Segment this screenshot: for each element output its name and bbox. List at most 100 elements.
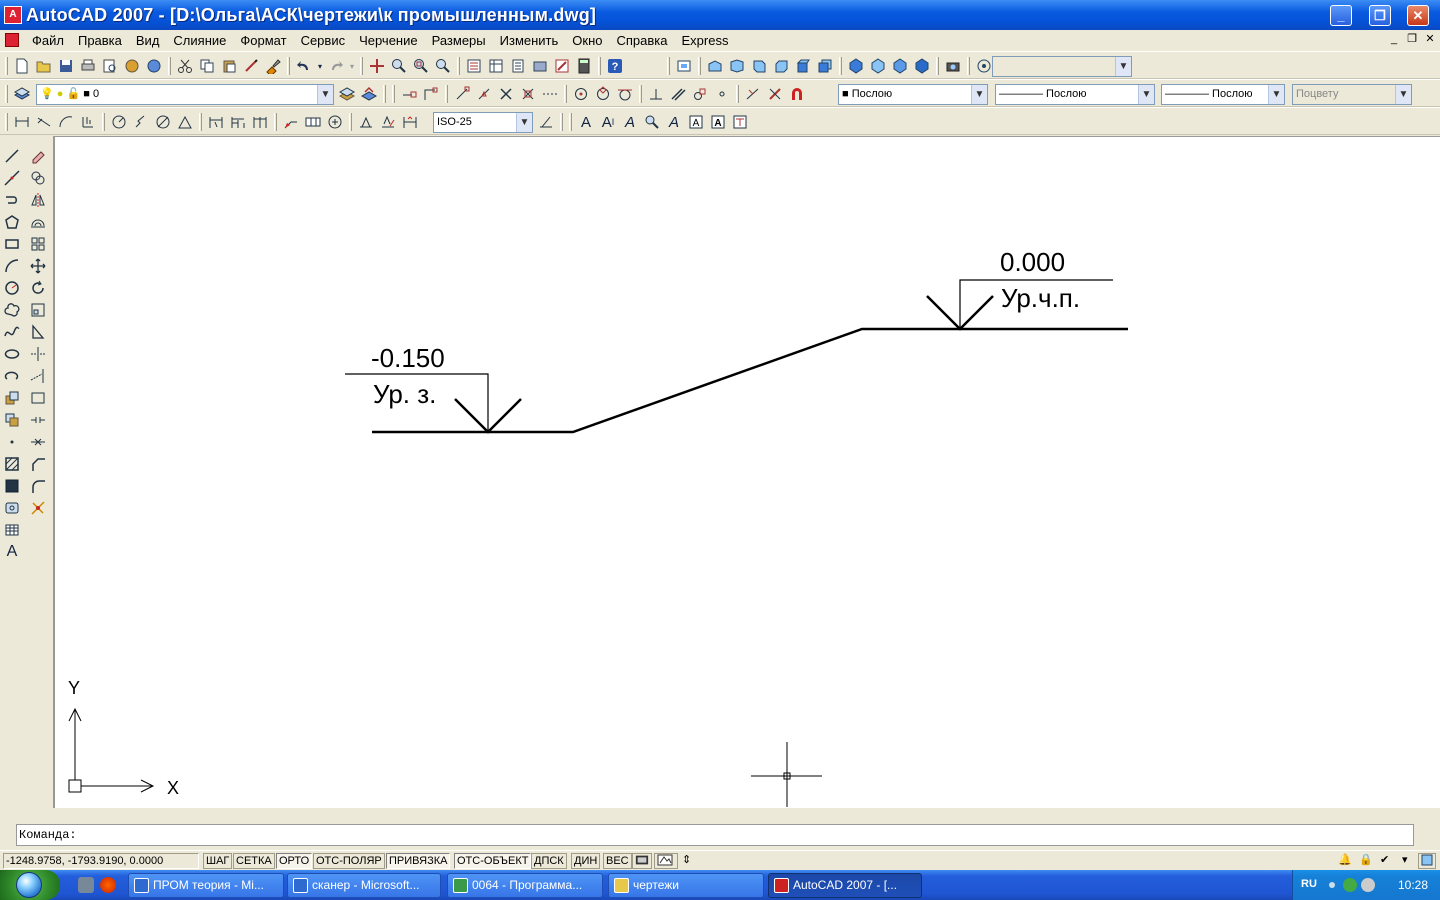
new-icon[interactable] [12, 56, 32, 76]
sheet-set-manager-icon[interactable] [530, 56, 550, 76]
chamfer-icon[interactable] [28, 454, 48, 474]
named-views-icon[interactable] [674, 56, 694, 76]
match-properties-icon[interactable] [241, 56, 261, 76]
design-center-icon[interactable] [486, 56, 506, 76]
status-menu-icon[interactable]: ▾ [1400, 853, 1412, 869]
snap-endpoint-icon[interactable] [399, 84, 419, 104]
front-view-icon[interactable] [793, 56, 813, 76]
object-snap-button[interactable]: ПРИВЯЗКА [386, 853, 451, 869]
volume-icon[interactable] [1361, 878, 1375, 892]
extend-icon[interactable] [28, 366, 48, 386]
plot-icon[interactable] [78, 56, 98, 76]
chevron-down-icon[interactable]: ▼ [1268, 85, 1284, 104]
toolbar-grip[interactable] [5, 57, 8, 75]
snap-extension-icon[interactable] [540, 84, 560, 104]
center-mark-icon[interactable] [325, 112, 345, 132]
spline-icon[interactable] [2, 322, 22, 342]
chevron-down-icon[interactable]: ▼ [1115, 57, 1131, 76]
ellipse-icon[interactable] [2, 344, 22, 364]
minimize-button[interactable]: _ [1330, 5, 1352, 26]
offset-icon[interactable] [28, 212, 48, 232]
dim-radius-icon[interactable] [109, 112, 129, 132]
block-editor-icon[interactable] [263, 56, 283, 76]
dim-arc-length-icon[interactable] [56, 112, 76, 132]
scale-text-icon[interactable]: A [686, 112, 706, 132]
dimension-style-icon[interactable] [536, 112, 556, 132]
convert-space-icon[interactable] [730, 112, 750, 132]
layer-previous-icon[interactable] [359, 84, 379, 104]
line-icon[interactable] [2, 146, 22, 166]
zoom-realtime-icon[interactable] [389, 56, 409, 76]
language-indicator[interactable]: RU [1301, 878, 1317, 890]
insert-block-icon[interactable] [2, 388, 22, 408]
menu-format[interactable]: Формат [233, 33, 293, 48]
chevron-down-icon[interactable]: ▼ [1138, 85, 1154, 104]
dimstyle-combo[interactable]: ISO-25 ▼ [433, 112, 533, 133]
menu-file[interactable]: Файл [25, 33, 71, 48]
menu-modify[interactable]: Изменить [493, 33, 566, 48]
dim-angular-icon[interactable] [175, 112, 195, 132]
layer-manager-icon[interactable] [12, 84, 32, 104]
start-button[interactable] [0, 870, 60, 900]
level-left-value[interactable]: -0.150 [371, 343, 445, 373]
doc-close-button[interactable]: ✕ [1422, 32, 1438, 47]
cad-standards-icon[interactable]: ✔ [1378, 853, 1398, 869]
command-line-input[interactable]: Команда: [16, 824, 1414, 846]
find-replace-icon[interactable] [642, 112, 662, 132]
layer-combo[interactable]: 💡 ● 🔓 ■ 0 ▼ [36, 84, 334, 105]
task-autocad[interactable]: AutoCAD 2007 - [... [768, 873, 922, 898]
color-combo[interactable]: ■ Послою ▼ [838, 84, 988, 105]
network-icon[interactable] [1329, 882, 1335, 888]
redo-icon[interactable] [326, 56, 346, 76]
stretch-icon[interactable] [28, 322, 48, 342]
justify-text-icon[interactable]: A [708, 112, 728, 132]
snap-perpendicular-icon[interactable] [646, 84, 666, 104]
toolbar-grip[interactable] [392, 85, 395, 103]
snap-center-icon[interactable] [571, 84, 591, 104]
communication-center-icon[interactable]: 🔔 [1336, 853, 1356, 869]
table-icon[interactable] [2, 520, 22, 540]
open-icon[interactable] [34, 56, 54, 76]
grid-mode-button[interactable]: СЕТКА [233, 853, 275, 869]
sw-iso-view-icon[interactable] [846, 56, 866, 76]
undo-icon[interactable] [294, 56, 314, 76]
lock-toolbar-icon[interactable]: 🔒 [1357, 853, 1377, 869]
close-button[interactable]: ✕ [1407, 5, 1429, 26]
move-icon[interactable] [28, 256, 48, 276]
named-view-combo[interactable]: ▼ [992, 56, 1132, 77]
toolbar-grip[interactable] [5, 113, 8, 131]
level-left-label[interactable]: Ур. з. [373, 379, 436, 409]
toolbar-grip[interactable] [5, 85, 8, 103]
hatch-icon[interactable] [2, 454, 22, 474]
autocad-app-icon[interactable]: A [4, 6, 22, 24]
top-view-icon[interactable] [705, 56, 725, 76]
document-icon[interactable] [5, 33, 19, 47]
mtext-icon[interactable]: A [576, 112, 596, 132]
menu-window[interactable]: Окно [565, 33, 609, 48]
undo-dropdown-icon[interactable]: ▾ [316, 56, 324, 76]
lineweight-combo[interactable]: ———— Послою ▼ [1161, 84, 1285, 105]
fillet-icon[interactable] [28, 476, 48, 496]
polar-tracking-button[interactable]: ОТС-ПОЛЯР [313, 853, 385, 869]
right-view-icon[interactable] [771, 56, 791, 76]
dtext-icon[interactable]: AI [598, 112, 618, 132]
help-icon[interactable]: ? [605, 56, 625, 76]
mirror-icon[interactable] [28, 190, 48, 210]
zoom-previous-icon[interactable] [433, 56, 453, 76]
drawing-area[interactable]: -0.150 Ур. з. 0.000 Ур.ч.п. Y X [53, 136, 1440, 808]
circle-icon[interactable] [2, 278, 22, 298]
antivirus-icon[interactable] [1343, 878, 1357, 892]
zoom-window-icon[interactable] [411, 56, 431, 76]
menu-help[interactable]: Справка [610, 33, 675, 48]
doc-minimize-button[interactable]: _ [1386, 32, 1402, 47]
snap-nearest-icon[interactable] [743, 84, 763, 104]
ortho-mode-button[interactable]: ОРТО [276, 853, 313, 869]
snap-parallel-icon[interactable] [668, 84, 688, 104]
snap-endpoint2-icon[interactable] [452, 84, 472, 104]
multiline-text-icon[interactable]: A [2, 542, 22, 562]
menu-edit[interactable]: Правка [71, 33, 129, 48]
menu-express[interactable]: Express [675, 33, 736, 48]
break-at-point-icon[interactable] [28, 388, 48, 408]
plotstyle-combo[interactable]: Поцвету ▼ [1292, 84, 1412, 105]
pan-icon[interactable] [367, 56, 387, 76]
